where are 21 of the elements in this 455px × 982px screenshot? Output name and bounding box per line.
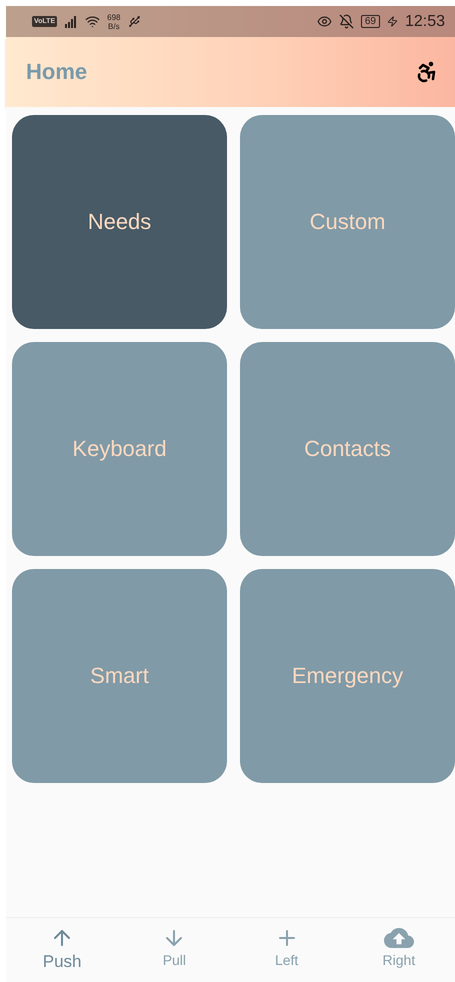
category-tile[interactable]: Needs — [12, 115, 227, 329]
category-tile[interactable]: Contacts — [240, 342, 455, 556]
network-speed: 698 — [107, 12, 120, 22]
wifi-icon — [85, 14, 100, 29]
category-tile[interactable]: Keyboard — [12, 342, 227, 556]
speed-unit: B/s — [108, 22, 120, 30]
page-title: Home — [26, 59, 88, 85]
nav-button[interactable]: Left — [230, 918, 343, 982]
nav-button[interactable]: Right — [342, 918, 455, 982]
category-tile[interactable]: Custom — [240, 115, 455, 329]
usb-icon — [128, 15, 140, 28]
battery-level: 69 — [360, 15, 380, 28]
eye-icon — [316, 14, 332, 29]
nav-button[interactable]: Push — [6, 918, 118, 982]
category-tile[interactable]: Emergency — [240, 569, 455, 783]
clock: 12:53 — [404, 12, 445, 30]
bell-off-icon — [338, 14, 354, 29]
signal-icon — [64, 16, 78, 28]
category-tile[interactable]: Smart — [12, 569, 227, 783]
nav-button[interactable]: Pull — [118, 918, 230, 982]
charging-icon — [386, 16, 398, 27]
